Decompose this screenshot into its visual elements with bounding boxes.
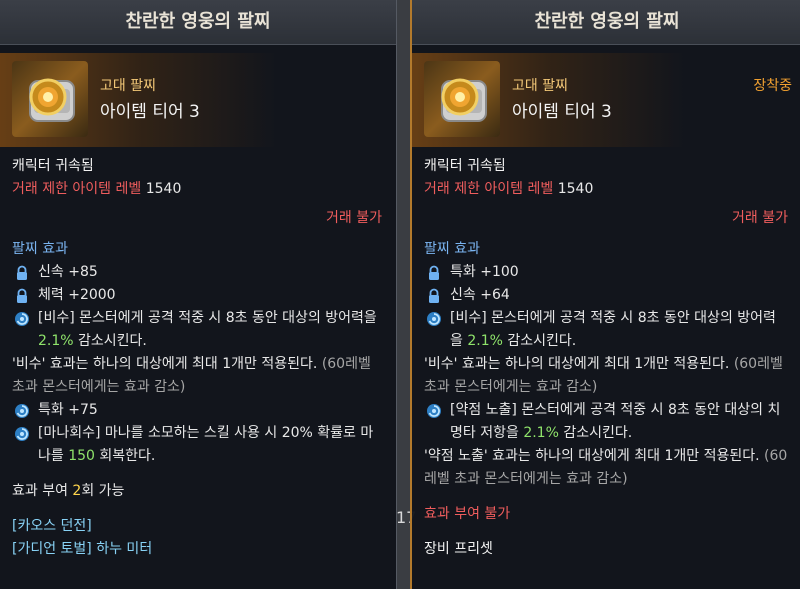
swirl-icon [14,403,30,419]
swirl-icon [14,426,30,442]
effect-note-text: '비수' 효과는 하나의 대상에게 최대 1개만 적용된다. [424,356,734,372]
effect-note: '비수' 효과는 하나의 대상에게 최대 1개만 적용된다. (60레벨 초과 … [12,353,382,399]
trade-status: 거래 불가 [732,210,788,226]
stat-line: 신속 +85 [12,261,382,284]
effect-text-end: 회복한다. [94,448,156,464]
effect-text: [비수] 몬스터에게 공격 적중 시 8초 동안 대상의 방어력을 [38,310,377,326]
trade-status: 거래 불가 [326,210,382,226]
effect-note-text: '비수' 효과는 하나의 대상에게 최대 1개만 적용된다. [12,356,322,372]
stat-label: 신속 +85 [38,264,98,280]
grant-count: 효과 부여 2회 가능 [12,480,382,503]
effects-header: 팔찌 효과 [424,241,480,257]
swirl-icon [426,403,442,419]
effect-note: '비수' 효과는 하나의 대상에게 최대 1개만 적용된다. (60레벨 초과 … [424,353,788,399]
effect-text-end: 감소시킨다. [558,425,633,441]
effect-note: '약점 노출' 효과는 하나의 대상에게 최대 1개만 적용된다. (60레벨 … [424,445,788,491]
effect-text-end: 감소시킨다. [73,333,147,349]
item-header: 고대 팔찌 아이템 티어 3 [0,53,396,147]
lock-icon [426,288,442,304]
effect-value: 2.1% [38,333,74,349]
source-guardian-raid: [가디언 토벌] 하누 미터 [12,541,153,557]
swirl-icon [14,311,30,327]
effect-text-end: 감소시킨다. [502,333,577,349]
item-tier: 아이템 티어 3 [100,102,200,122]
stat-line: 신속 +64 [424,284,788,307]
stat-line: 특화 +100 [424,261,788,284]
trade-limit: 거래 제한 아이템 레벨 1540 [12,178,382,201]
bound-status: 캐릭터 귀속됨 [12,158,94,174]
trade-limit: 거래 제한 아이템 레벨 1540 [424,178,788,201]
bracelet-icon [12,61,88,137]
stat-line: 체력 +2000 [12,284,382,307]
special-effect: [비수] 몬스터에게 공격 적중 시 8초 동안 대상의 방어력을 2.1% 감… [424,307,788,353]
lock-icon [14,288,30,304]
effect-value: 150 [68,448,95,464]
source-chaos-dungeon: [카오스 던전] [12,518,92,534]
stat-line: 특화 +75 [12,399,382,422]
grant-text-end: 회 가능 [81,483,125,499]
swirl-icon [426,311,442,327]
bound-status: 캐릭터 귀속됨 [424,158,506,174]
item-tooltip-right: 찬란한 영웅의 팔찌 고대 팔찌 아이템 티어 3 장착중 캐릭터 귀속됨 거래… [410,0,800,589]
item-header: 고대 팔찌 아이템 티어 3 장착중 [412,53,800,147]
trade-limit-value: 1540 [145,181,182,197]
trade-limit-label: 거래 제한 아이템 레벨 [424,181,554,197]
effect-value: 2.1% [467,333,503,349]
stat-label: 특화 +75 [38,402,98,418]
effects-header: 팔찌 효과 [12,241,68,257]
effect-value: 2.1% [523,425,559,441]
item-grade: 고대 팔찌 [100,78,156,94]
lock-icon [14,265,30,281]
bracelet-icon [424,61,500,137]
effect-note-text: '약점 노출' 효과는 하나의 대상에게 최대 1개만 적용된다. [424,448,765,464]
item-tier: 아이템 티어 3 [512,102,612,122]
special-effect: [비수] 몬스터에게 공격 적중 시 8초 동안 대상의 방어력을 2.1% 감… [12,307,382,353]
trade-limit-label: 거래 제한 아이템 레벨 [12,181,142,197]
stat-label: 특화 +100 [450,264,519,280]
grant-value: 2 [72,483,82,499]
equipped-badge: 장착중 [753,78,792,94]
trade-limit-value: 1540 [557,181,594,197]
item-grade: 고대 팔찌 [512,78,568,94]
background-divider [396,0,410,589]
item-title: 찬란한 영웅의 팔찌 [412,0,800,45]
special-effect: [마나회수] 마나를 소모하는 스킬 사용 시 20% 확률로 마나를 150 … [12,422,382,468]
stat-label: 신속 +64 [450,287,510,303]
item-tooltip-left: 찬란한 영웅의 팔찌 고대 팔찌 아이템 티어 3 캐릭터 귀속됨 거래 제한 … [0,0,397,589]
grant-status: 효과 부여 불가 [424,506,511,522]
special-effect: [약점 노출] 몬스터에게 공격 적중 시 8초 동안 대상의 치명타 저항을 … [424,399,788,445]
grant-text: 효과 부여 [12,483,73,499]
lock-icon [426,265,442,281]
stat-label: 체력 +2000 [38,287,116,303]
equipment-preset: 장비 프리셋 [424,541,493,557]
item-title: 찬란한 영웅의 팔찌 [0,0,396,45]
